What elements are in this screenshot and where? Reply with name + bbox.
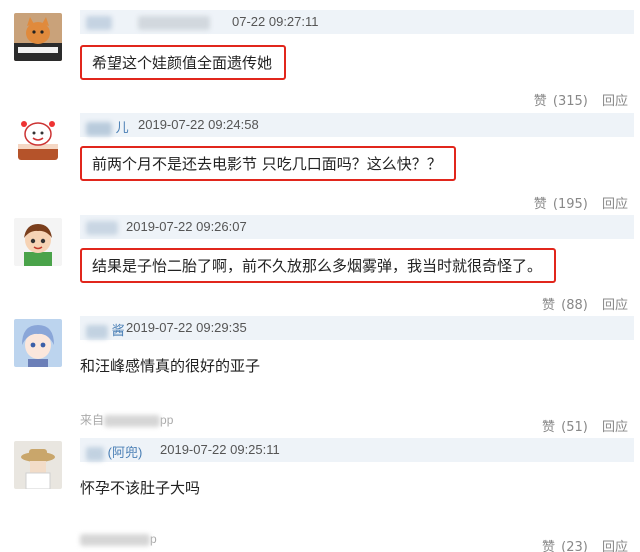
comment-item: (阿兜) 2019-07-22 09:25:11 怀孕不该肚子大吗 p 赞 (2… bbox=[0, 438, 640, 552]
blurred-username bbox=[86, 324, 108, 339]
reply-button[interactable]: 回应 bbox=[602, 197, 628, 212]
blurred-username bbox=[86, 446, 104, 461]
comment-time: 2019-07-22 09:25:11 bbox=[160, 442, 280, 457]
avatar[interactable] bbox=[14, 116, 62, 164]
avatar[interactable] bbox=[14, 319, 62, 367]
reply-button[interactable]: 回应 bbox=[602, 420, 628, 435]
like-button[interactable]: 赞 (51) bbox=[540, 420, 588, 435]
comment-item: 2019-07-22 09:26:07 结果是子怡二胎了啊，前不久放那么多烟雾弹… bbox=[0, 215, 640, 315]
comment-actions: 赞 (23) 回应 bbox=[538, 536, 628, 552]
blurred-username bbox=[86, 121, 112, 136]
comment-actions: 赞 (51) 回应 bbox=[538, 416, 628, 435]
blurred-username bbox=[86, 15, 112, 30]
comment-item: 07-22 09:27:11 希望这个娃颜值全面遗传她 赞 (315) 回应 bbox=[0, 10, 640, 110]
username-link[interactable] bbox=[86, 219, 118, 235]
comment-meta-bar: 07-22 09:27:11 bbox=[80, 10, 634, 34]
like-button[interactable]: 赞 (315) bbox=[532, 94, 588, 109]
comment-time: 2019-07-22 09:26:07 bbox=[126, 219, 247, 234]
comment-source: 来自 pp bbox=[80, 413, 174, 427]
avatar[interactable] bbox=[14, 441, 62, 489]
comment-text: 和汪峰感情真的很好的亚子 bbox=[80, 357, 261, 375]
comment-meta-bar: 酱 2019-07-22 09:29:35 bbox=[80, 316, 634, 340]
blurred-source bbox=[104, 414, 161, 427]
blurred-username bbox=[86, 220, 118, 235]
blurred-source bbox=[80, 533, 150, 546]
like-button[interactable]: 赞 (88) bbox=[540, 298, 588, 313]
username-link[interactable]: 酱 bbox=[86, 320, 125, 339]
comment-source: p bbox=[80, 532, 157, 546]
straw-hat-avatar-image bbox=[14, 441, 62, 489]
comment-meta-bar: (阿兜) 2019-07-22 09:25:11 bbox=[80, 438, 634, 462]
comment-item: 酱 2019-07-22 09:29:35 和汪峰感情真的很好的亚子 来自 pp … bbox=[0, 316, 640, 435]
cartoon-cake-avatar-image bbox=[14, 116, 62, 164]
comment-time: 07-22 09:27:11 bbox=[232, 14, 319, 29]
avatar[interactable] bbox=[14, 218, 62, 266]
avatar[interactable] bbox=[14, 13, 62, 61]
anime-girl-avatar-image bbox=[14, 319, 62, 367]
reply-button[interactable]: 回应 bbox=[602, 298, 628, 313]
comment-actions: 赞 (88) 回应 bbox=[538, 294, 628, 313]
blurred-date bbox=[137, 15, 210, 30]
comment-text: 前两个月不是还去电影节 只吃几口面吗？这么快？？ bbox=[80, 146, 456, 181]
reply-button[interactable]: 回应 bbox=[602, 94, 628, 109]
comment-meta-bar: 儿 2019-07-22 09:24:58 bbox=[80, 113, 634, 137]
comment-text: 结果是子怡二胎了啊，前不久放那么多烟雾弹，我当时就很奇怪了。 bbox=[80, 248, 557, 283]
comment-text: 怀孕不该肚子大吗 bbox=[80, 479, 201, 497]
like-button[interactable]: 赞 (195) bbox=[532, 197, 588, 212]
comment-actions: 赞 (315) 回应 bbox=[530, 90, 628, 109]
username-link[interactable] bbox=[86, 14, 210, 30]
username-link[interactable]: (阿兜) bbox=[86, 442, 142, 461]
cartoon-boy-avatar-image bbox=[14, 218, 62, 266]
reply-button[interactable]: 回应 bbox=[602, 540, 628, 552]
comment-actions: 赞 (195) 回应 bbox=[530, 193, 628, 212]
comment-time: 2019-07-22 09:24:58 bbox=[138, 117, 259, 132]
cat-piano-avatar-image bbox=[14, 13, 62, 61]
comment-item: 儿 2019-07-22 09:24:58 前两个月不是还去电影节 只吃几口面吗… bbox=[0, 113, 640, 213]
comment-time: 2019-07-22 09:29:35 bbox=[126, 320, 247, 335]
comment-meta-bar: 2019-07-22 09:26:07 bbox=[80, 215, 634, 239]
like-button[interactable]: 赞 (23) bbox=[540, 540, 588, 552]
username-link[interactable]: 儿 bbox=[86, 117, 129, 136]
comment-text: 希望这个娃颜值全面遗传她 bbox=[80, 45, 287, 80]
